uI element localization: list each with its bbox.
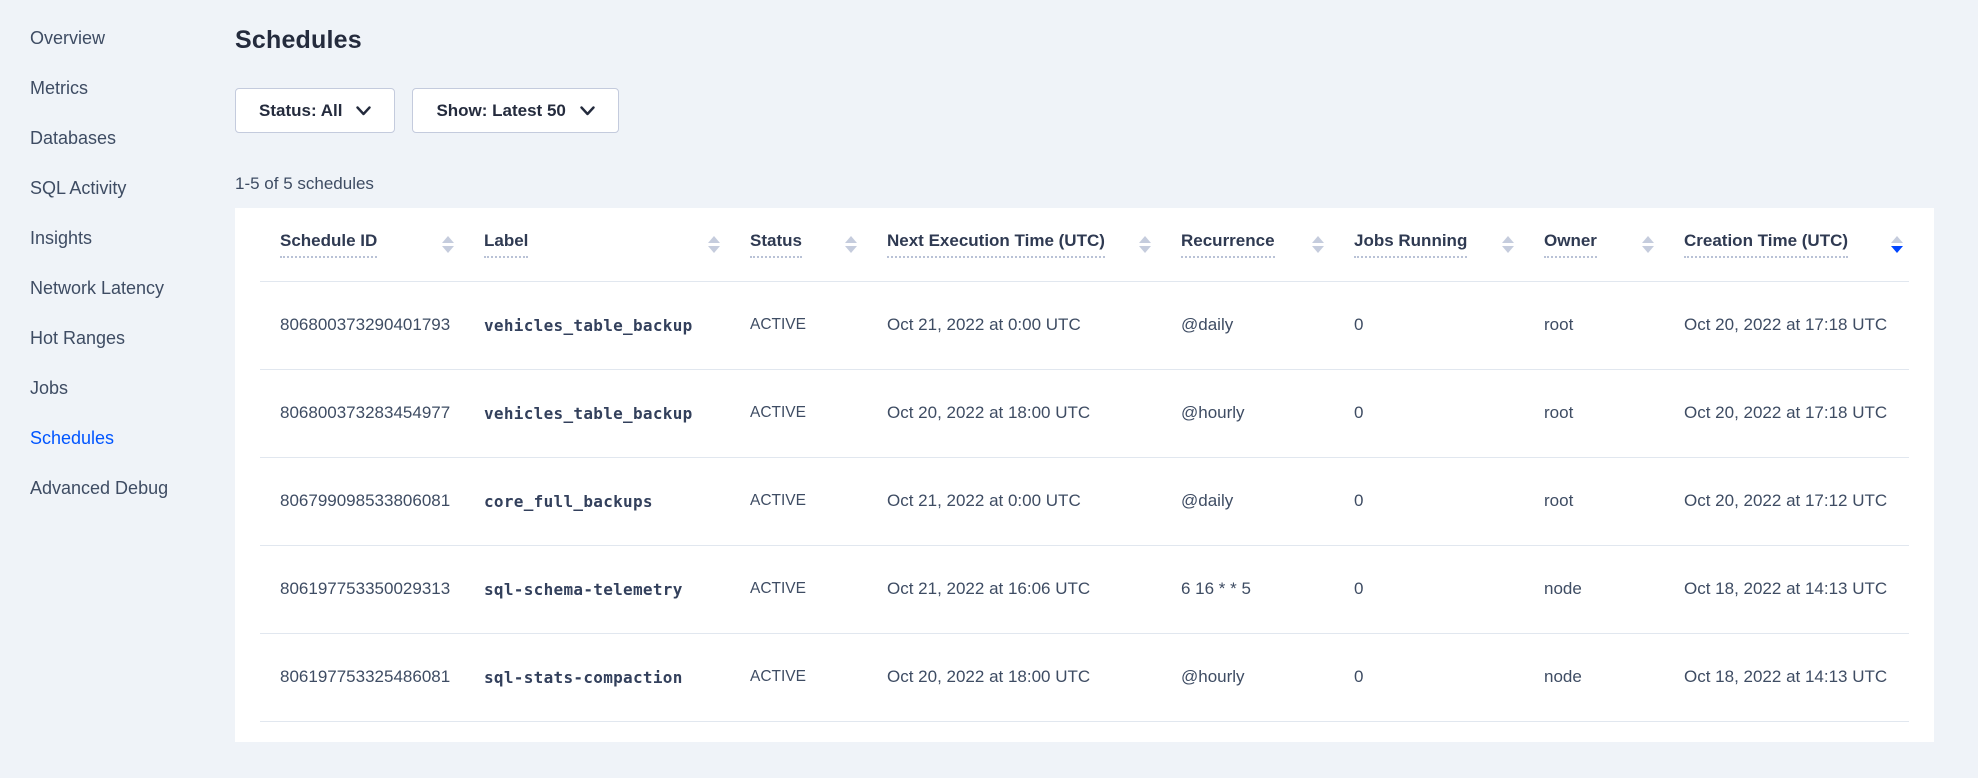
column-header-label[interactable]: Owner [1544,231,1597,258]
cell-schedule-id: 806800373290401793 [260,281,484,369]
cell-jobs-running: 0 [1354,281,1544,369]
sidebar-item-jobs[interactable]: Jobs [0,363,235,413]
sort-icon-active-desc[interactable] [1891,236,1903,253]
cell-schedule-id: 806799098533806081 [260,457,484,545]
sidebar-nav-list: Overview Metrics Databases SQL Activity … [0,13,235,513]
cell-status: ACTIVE [750,281,887,369]
cell-schedule-id: 806197753325486081 [260,633,484,721]
cell-jobs-running: 0 [1354,457,1544,545]
cell-creation-time: Oct 20, 2022 at 17:12 UTC [1684,457,1909,545]
sort-icon[interactable] [1502,236,1514,253]
table-row: 806197753350029313 sql-schema-telemetry … [260,545,1909,633]
cell-recurrence: @hourly [1181,369,1354,457]
filter-bar: Status: All Show: Latest 50 [235,88,1934,133]
sort-icon[interactable] [442,236,454,253]
table-row: 806800373290401793 vehicles_table_backup… [260,281,1909,369]
table-row: 806799098533806081 core_full_backups ACT… [260,457,1909,545]
sort-icon[interactable] [1312,236,1324,253]
column-header-label[interactable]: Recurrence [1181,231,1275,258]
cell-owner: node [1544,545,1684,633]
sidebar-item-advanced-debug[interactable]: Advanced Debug [0,463,235,513]
cell-schedule-id: 806197753350029313 [260,545,484,633]
column-header-label[interactable]: Label [484,231,528,258]
show-limit-dropdown[interactable]: Show: Latest 50 [412,88,618,133]
page-title: Schedules [235,26,1934,55]
column-header-status: Status [750,208,887,281]
column-header-label[interactable]: Creation Time (UTC) [1684,231,1848,258]
main-content: Schedules Status: All Show: Latest 50 1-… [235,0,1934,742]
cell-next-execution: Oct 21, 2022 at 16:06 UTC [887,545,1181,633]
cell-label: vehicles_table_backup [484,369,750,457]
column-header-next-execution-time: Next Execution Time (UTC) [887,208,1181,281]
cell-status: ACTIVE [750,545,887,633]
cell-owner: root [1544,369,1684,457]
column-header-recurrence: Recurrence [1181,208,1354,281]
status-filter-label: Status: All [259,101,342,121]
status-filter-dropdown[interactable]: Status: All [235,88,395,133]
cell-creation-time: Oct 18, 2022 at 14:13 UTC [1684,545,1909,633]
table-row: 806197753325486081 sql-stats-compaction … [260,633,1909,721]
cell-next-execution: Oct 21, 2022 at 0:00 UTC [887,281,1181,369]
sidebar-item-network-latency[interactable]: Network Latency [0,263,235,313]
cell-jobs-running: 0 [1354,545,1544,633]
column-header-label: Label [484,208,750,281]
cell-jobs-running: 0 [1354,369,1544,457]
cell-recurrence: @daily [1181,281,1354,369]
schedules-table-panel: Schedule ID Label Status [235,208,1934,742]
cell-next-execution: Oct 20, 2022 at 18:00 UTC [887,369,1181,457]
cell-recurrence: @hourly [1181,633,1354,721]
column-header-label[interactable]: Status [750,231,802,258]
cell-creation-time: Oct 20, 2022 at 17:18 UTC [1684,281,1909,369]
show-limit-label: Show: Latest 50 [436,101,565,121]
sidebar-item-insights[interactable]: Insights [0,213,235,263]
cell-label: sql-schema-telemetry [484,545,750,633]
sidebar-item-overview[interactable]: Overview [0,13,235,63]
cell-status: ACTIVE [750,457,887,545]
column-header-label[interactable]: Jobs Running [1354,231,1467,258]
sidebar: Overview Metrics Databases SQL Activity … [0,0,235,778]
sort-icon[interactable] [845,236,857,253]
sort-icon[interactable] [1642,236,1654,253]
column-header-jobs-running: Jobs Running [1354,208,1544,281]
column-header-creation-time: Creation Time (UTC) [1684,208,1909,281]
column-header-owner: Owner [1544,208,1684,281]
sidebar-item-hot-ranges[interactable]: Hot Ranges [0,313,235,363]
cell-creation-time: Oct 18, 2022 at 14:13 UTC [1684,633,1909,721]
chevron-down-icon [356,106,371,116]
cell-recurrence: @daily [1181,457,1354,545]
cell-label: sql-stats-compaction [484,633,750,721]
column-header-label[interactable]: Next Execution Time (UTC) [887,231,1105,258]
sidebar-item-databases[interactable]: Databases [0,113,235,163]
chevron-down-icon [580,106,595,116]
cell-recurrence: 6 16 * * 5 [1181,545,1354,633]
cell-schedule-id: 806800373283454977 [260,369,484,457]
cell-owner: root [1544,457,1684,545]
column-header-label[interactable]: Schedule ID [280,231,377,258]
sidebar-item-schedules[interactable]: Schedules [0,413,235,463]
schedules-table: Schedule ID Label Status [260,208,1909,722]
cell-status: ACTIVE [750,369,887,457]
cell-label: core_full_backups [484,457,750,545]
sidebar-item-metrics[interactable]: Metrics [0,63,235,113]
cell-label: vehicles_table_backup [484,281,750,369]
column-header-schedule-id: Schedule ID [260,208,484,281]
cell-jobs-running: 0 [1354,633,1544,721]
table-header-row: Schedule ID Label Status [260,208,1909,281]
cell-owner: node [1544,633,1684,721]
cell-owner: root [1544,281,1684,369]
sort-icon[interactable] [708,236,720,253]
cell-status: ACTIVE [750,633,887,721]
sidebar-item-sql-activity[interactable]: SQL Activity [0,163,235,213]
results-count: 1-5 of 5 schedules [235,174,1934,194]
cell-creation-time: Oct 20, 2022 at 17:18 UTC [1684,369,1909,457]
cell-next-execution: Oct 20, 2022 at 18:00 UTC [887,633,1181,721]
cell-next-execution: Oct 21, 2022 at 0:00 UTC [887,457,1181,545]
table-row: 806800373283454977 vehicles_table_backup… [260,369,1909,457]
sort-icon[interactable] [1139,236,1151,253]
